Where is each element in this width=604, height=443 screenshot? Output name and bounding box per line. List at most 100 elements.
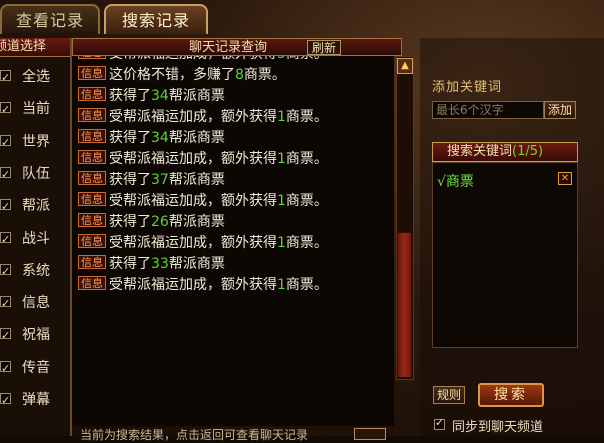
channel-item[interactable]: 当前 [0,98,70,121]
search-keywords-count: (1/5) [512,144,544,159]
channel-checkbox[interactable] [0,293,11,315]
message-text: 受帮派福运加成，额外获得 [109,235,277,251]
channel-checkbox[interactable] [0,99,11,121]
log-row: 信息 获得了26帮派商票 [78,212,225,233]
channel-checkbox[interactable] [0,67,11,89]
channel-item[interactable]: 帮派 [0,195,70,218]
message-suffix: 商票。 [243,67,286,83]
log-row: 信息 受帮派福运加成，额外获得1商票。 [78,233,328,254]
channel-label: 弹幕 [22,392,50,408]
message-number: 1 [277,151,286,167]
channel-checkbox[interactable] [0,229,11,251]
chat-log: 信息受帮派福运加成，额外获得5商票。信息这价格不错，多赚了8商票。信息获得了34… [72,56,394,426]
log-row: 信息 获得了37帮派商票 [78,170,225,191]
return-button[interactable] [354,428,386,440]
channel-item[interactable]: 信息 [0,292,70,315]
message-suffix: 帮派商票 [168,256,225,272]
message-tag: 信息 [78,234,106,248]
keyword-text: 商票 [445,174,474,190]
channel-label: 系统 [22,262,50,279]
bottom-hint: 当前为搜索结果，点击返回可查看聊天记录 [80,428,309,442]
message-suffix: 帮派商票 [168,88,225,104]
keyword-input[interactable]: 最长6个汉字 [432,101,544,119]
channel-panel-title: 频道选择 [0,38,70,57]
message-text: 获得了 [109,172,151,188]
tab-search-records[interactable]: 搜索记录 [104,4,208,34]
message-number: 1 [277,193,286,209]
channel-item[interactable]: 系统 [0,260,70,283]
message-tag: 信息 [78,150,106,164]
channel-item[interactable]: 队伍 [0,163,70,186]
channel-label: 传音 [22,359,50,376]
channel-checkbox[interactable] [0,390,11,412]
channel-label: 帮派 [22,198,50,215]
channel-checkbox[interactable] [0,164,11,186]
message-number: 1 [277,277,286,293]
keyword-list: √商票 ✕ [432,162,578,348]
message-number: 34 [151,88,169,104]
message-suffix: 帮派商票 [168,172,225,188]
delete-keyword-icon[interactable]: ✕ [558,172,572,185]
log-row: 信息受帮派福运加成，额外获得5商票。 [78,56,328,65]
channel-checkbox[interactable] [0,261,11,283]
message-suffix: 帮派商票 [168,130,225,146]
channel-checkbox[interactable] [0,358,11,380]
message-suffix: 商票。 [286,56,328,62]
scroll-thumb[interactable] [397,232,412,378]
channel-item[interactable]: 传音 [0,357,70,380]
message-suffix: 商票。 [285,193,328,209]
channel-item[interactable]: 弹幕 [0,389,70,412]
log-row: 信息 受帮派福运加成，额外获得1商票。 [78,191,328,212]
message-suffix: 商票。 [285,109,328,125]
message-text: 受帮派福运加成，额外获得 [109,151,277,167]
message-tag: 信息 [78,108,106,122]
message-number: 34 [151,130,169,146]
channel-label: 全选 [22,69,50,85]
channel-label: 世界 [22,133,50,150]
refresh-button[interactable]: 刷新 [307,40,341,55]
message-text: 获得了 [109,256,151,272]
channel-item[interactable]: 祝福 [0,324,70,347]
message-number: 26 [151,214,169,230]
message-text: 获得了 [109,130,151,146]
sync-label: 同步到聊天频道 [452,420,544,435]
message-suffix: 商票。 [285,235,328,251]
channel-item[interactable]: 战斗 [0,228,70,251]
channel-label: 祝福 [22,327,50,344]
tab-view-records[interactable]: 查看记录 [0,4,100,34]
channel-label: 信息 [22,295,50,312]
channel-checkbox[interactable] [0,196,11,218]
message-number: 8 [235,67,244,83]
scroll-up-icon[interactable]: ▲ [397,58,413,74]
add-keyword-button[interactable]: 添加 [544,101,576,119]
message-number: 1 [277,235,286,251]
message-text: 获得了 [109,88,151,104]
search-keywords-title: 搜索关键词 [447,144,513,159]
message-suffix: 商票。 [285,277,328,293]
channel-item[interactable]: 全选 [0,66,70,89]
channel-item[interactable]: 世界 [0,131,70,154]
message-number: 37 [151,172,169,188]
log-row: 信息 受帮派福运加成，额外获得1商票。 [78,275,328,296]
log-row: 信息 获得了34帮派商票 [78,86,225,107]
message-suffix: 商票。 [285,151,328,167]
rules-button[interactable]: 规则 [433,386,465,404]
sync-checkbox[interactable] [434,416,445,430]
message-tag: 信息 [78,192,106,206]
channel-label: 战斗 [22,230,50,247]
message-text: 受帮派福运加成，额外获得 [109,277,277,293]
log-row: 信息 获得了33帮派商票 [78,254,225,275]
log-row: 信息 获得了34帮派商票 [78,128,225,149]
message-number: 1 [277,109,286,125]
channel-label: 队伍 [22,165,50,182]
message-text: 受帮派福运加成，额外获得 [109,193,277,209]
channel-checkbox[interactable] [0,325,11,347]
message-number: 33 [151,256,169,272]
search-keywords-header: 搜索关键词(1/5) [432,142,578,162]
message-text: 受帮派福运加成，额外获得 [109,109,277,125]
keyword-item[interactable]: √商票 [437,171,474,191]
message-tag: 信息 [78,129,106,143]
search-button[interactable]: 搜索 [478,383,544,407]
message-tag: 信息 [78,66,106,80]
channel-checkbox[interactable] [0,132,11,154]
